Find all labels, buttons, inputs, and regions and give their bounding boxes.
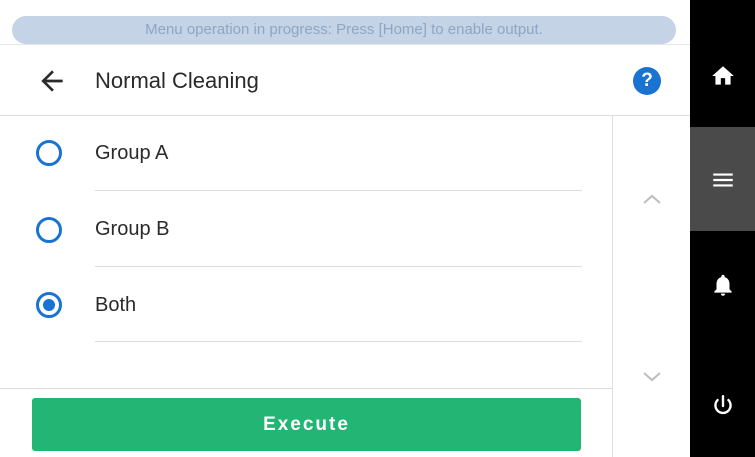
power-button[interactable]	[690, 353, 755, 457]
menu-button[interactable]	[690, 127, 755, 231]
option-both[interactable]: Both	[0, 267, 612, 342]
status-banner: Menu operation in progress: Press [Home]…	[12, 16, 676, 44]
option-label: Group A	[95, 142, 169, 164]
header-bar: Normal Cleaning ?	[0, 44, 690, 116]
menu-icon	[713, 173, 733, 187]
divider	[0, 388, 612, 389]
power-icon	[714, 395, 732, 415]
page-title: Normal Cleaning	[95, 68, 259, 93]
notifications-button[interactable]	[690, 232, 755, 336]
scroll-column	[612, 116, 690, 457]
bell-icon	[714, 274, 732, 296]
sidebar	[690, 0, 755, 457]
help-icon[interactable]: ?	[633, 67, 661, 95]
arrow-left-icon	[41, 70, 63, 92]
home-icon	[712, 66, 734, 85]
radio-group-a[interactable]	[36, 140, 62, 166]
radio-both[interactable]	[36, 292, 62, 318]
main-panel: Menu operation in progress: Press [Home]…	[0, 0, 690, 457]
option-label: Both	[95, 294, 137, 316]
option-label: Group B	[95, 218, 170, 240]
execute-button[interactable]: Execute	[32, 398, 581, 451]
option-group-a[interactable]: Group A	[0, 116, 612, 191]
option-group-b[interactable]: Group B	[0, 191, 612, 266]
chevron-down-icon	[643, 372, 661, 382]
divider	[95, 341, 582, 342]
home-button[interactable]	[690, 23, 755, 127]
scroll-up-button[interactable]	[640, 188, 664, 212]
back-button[interactable]	[36, 65, 68, 97]
option-list: Group A Group B Both	[0, 116, 612, 388]
chevron-up-icon	[643, 194, 661, 204]
scroll-down-button[interactable]	[640, 364, 664, 388]
radio-group-b[interactable]	[36, 217, 62, 243]
